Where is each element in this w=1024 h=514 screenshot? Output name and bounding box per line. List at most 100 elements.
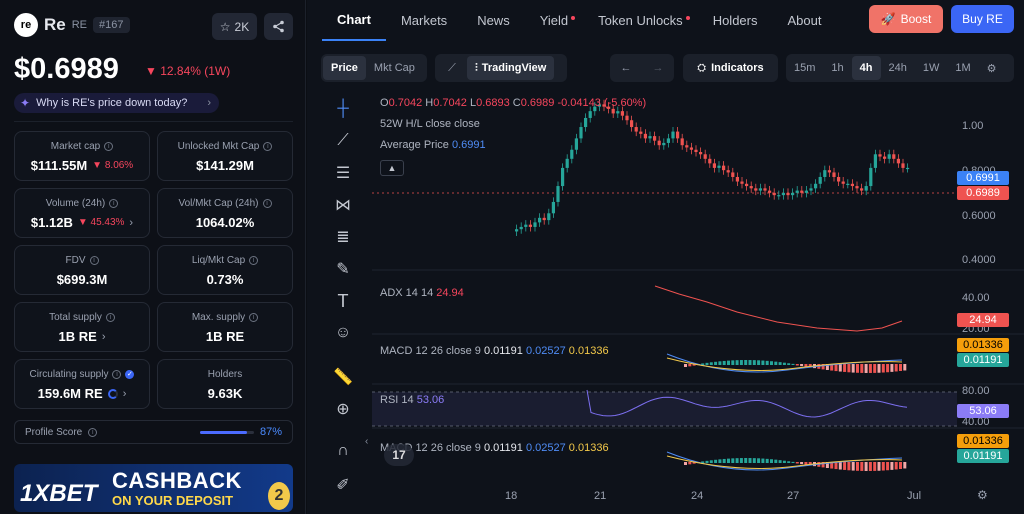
pencil-lock-icon: ✐: [336, 477, 350, 494]
macd-histogram-value: 0.01191: [483, 345, 523, 357]
macd2-histogram-bar: [903, 462, 907, 469]
candle-body: [515, 229, 519, 232]
avg-price-label: Average Price: [380, 139, 449, 151]
ohlc-low: 0.6893: [476, 97, 510, 109]
macd-histogram-bar: [761, 360, 765, 365]
candle-body: [726, 170, 730, 173]
candle-body: [883, 156, 887, 159]
stat-market-cap[interactable]: Market cap i $111.55M ▼ 8.06%: [14, 131, 150, 181]
macd2-histogram-bar: [727, 458, 730, 463]
macd2-histogram-bar: [688, 462, 692, 465]
macd-histogram-bar: [838, 364, 842, 372]
candle-body: [689, 147, 693, 150]
stat-holders[interactable]: Holders 9.63K: [157, 359, 293, 409]
tradingview-toggle[interactable]: ⫶ TradingView: [467, 56, 555, 80]
magnet-tool[interactable]: ∩: [332, 440, 354, 462]
stat-unlocked-mkt-cap[interactable]: Unlocked Mkt Cap i $141.29M: [157, 131, 293, 181]
candle-body: [662, 142, 666, 146]
watchlist-button[interactable]: ☆ 2K: [212, 13, 257, 40]
macd-histogram-bar: [718, 361, 722, 365]
pattern-icon: ⋈: [335, 197, 351, 214]
candle-body: [666, 138, 670, 143]
candle-body: [620, 111, 624, 116]
tab-yield[interactable]: Yield: [525, 0, 583, 41]
price-change-1w: ▼ 12.84% (1W): [145, 64, 231, 78]
forward-button[interactable]: →: [642, 56, 674, 80]
tab-about[interactable]: About: [772, 0, 836, 41]
back-button[interactable]: ←: [610, 56, 642, 80]
why-price-down-link[interactable]: ✦ Why is RE's price down today? ›: [14, 93, 219, 113]
timeframe-1w[interactable]: 1W: [915, 56, 948, 80]
timeframe-1h[interactable]: 1h: [823, 56, 851, 80]
stat-circulating-supply[interactable]: Circulating supply i ✓ 159.6M RE ›: [14, 359, 150, 409]
time-axis-label: 21: [594, 490, 607, 502]
macd2-signal-value: 0.01336: [568, 442, 609, 454]
tab-token-unlocks[interactable]: Token Unlocks: [583, 0, 698, 41]
candle-body: [524, 224, 528, 227]
trendline-tool[interactable]: ⟋: [332, 130, 354, 152]
ruler-tool[interactable]: 📏: [332, 366, 354, 388]
buy-button[interactable]: Buy RE: [951, 5, 1014, 33]
timeframe-15m[interactable]: 15m: [786, 56, 823, 80]
time-axis-settings-button[interactable]: ⚙: [977, 488, 988, 502]
timeframe-24h[interactable]: 24h: [881, 56, 915, 80]
chart-settings-button[interactable]: ⚙: [979, 56, 1005, 80]
boost-button[interactable]: 🚀 Boost: [869, 5, 943, 33]
time-axis-label: 27: [787, 490, 800, 502]
timeframe-1m[interactable]: 1M: [947, 56, 978, 80]
macd-signal-tag: 0.01336: [957, 338, 1009, 352]
stat-label: Holders: [207, 369, 243, 380]
mktcap-toggle[interactable]: Mkt Cap: [366, 56, 423, 80]
tab-markets[interactable]: Markets: [386, 0, 462, 41]
lock-drawing-tool[interactable]: ✐: [332, 474, 354, 496]
stat-volume-24h[interactable]: Volume (24h) i $1.12B ▼ 45.43% ›: [14, 188, 150, 238]
ohlc-change: -0.04143 (-5.60%): [557, 97, 647, 109]
candle-body: [906, 167, 910, 170]
price-toggle[interactable]: Price: [323, 56, 366, 80]
stat-total-supply[interactable]: Total supply i 1B RE ›: [14, 302, 150, 352]
price-axis-label: 0.6000: [962, 210, 996, 222]
macd-histogram-bar: [886, 364, 890, 373]
tab-holders[interactable]: Holders: [698, 0, 773, 41]
candle-body: [758, 188, 762, 191]
ad-banner[interactable]: 1XBET CASHBACK ON YOUR DEPOSIT 2: [14, 464, 293, 512]
collapse-toolbar-icon[interactable]: ‹: [365, 436, 368, 447]
crosshair-tool[interactable]: ┼: [332, 98, 354, 120]
share-button[interactable]: [264, 13, 293, 40]
candle-body: [634, 127, 638, 132]
ad-brand: 1XBET: [20, 480, 98, 507]
tab-news[interactable]: News: [462, 0, 525, 41]
macd2-histogram-bar: [757, 458, 761, 463]
pattern-tool[interactable]: ⋈: [332, 194, 354, 216]
zoom-tool[interactable]: ⊕: [332, 398, 354, 420]
emoji-tool[interactable]: ☺: [332, 322, 354, 344]
profile-score[interactable]: Profile Score i 87%: [14, 420, 293, 444]
candle-body: [528, 224, 532, 227]
macd2-histogram-bar: [791, 461, 795, 463]
fib-tool[interactable]: ≣: [332, 226, 354, 248]
token-info-panel: re Re RE #167 ☆ 2K $0.6989 ▼ 12.84% (1W)…: [0, 0, 306, 514]
stat-max-supply[interactable]: Max. supply i 1B RE: [157, 302, 293, 352]
coin-graphic-icon: 2: [268, 482, 290, 510]
collapse-legend-button[interactable]: ▲: [380, 160, 404, 176]
brush-tool[interactable]: ✎: [332, 258, 354, 280]
info-icon: i: [88, 427, 98, 437]
timeframe-4h[interactable]: 4h: [851, 56, 881, 80]
candle-body: [818, 176, 822, 184]
macd-histogram-bar: [735, 360, 739, 365]
ohlc-open: 0.7042: [388, 97, 423, 109]
text-tool[interactable]: T: [332, 290, 354, 312]
horizontal-lines-tool[interactable]: ☰: [332, 162, 354, 184]
stat-fdv[interactable]: FDV i $699.3M: [14, 245, 150, 295]
tradingview-badge[interactable]: 17: [384, 444, 414, 466]
candle-body: [786, 192, 790, 196]
indicators-button[interactable]: ⛭ Indicators: [683, 54, 778, 82]
tab-chart[interactable]: Chart: [322, 0, 386, 41]
indicators-icon: ⛭: [697, 61, 707, 74]
stat-vol-mkt-cap[interactable]: Vol/Mkt Cap (24h) i 1064.02%: [157, 188, 293, 238]
info-icon: i: [263, 142, 273, 151]
stat-label: Max. supply: [191, 312, 246, 323]
line-chart-toggle[interactable]: ⟋: [437, 56, 467, 80]
tradingview-chart[interactable]: ┼ ⟋ ☰ ⋈ ≣ ✎ T ☺ 📏 ⊕ ∩ ✐ ‹ O0.7042 H0.704…: [307, 88, 1024, 514]
stat-liq-mkt-cap[interactable]: Liq/Mkt Cap i 0.73%: [157, 245, 293, 295]
